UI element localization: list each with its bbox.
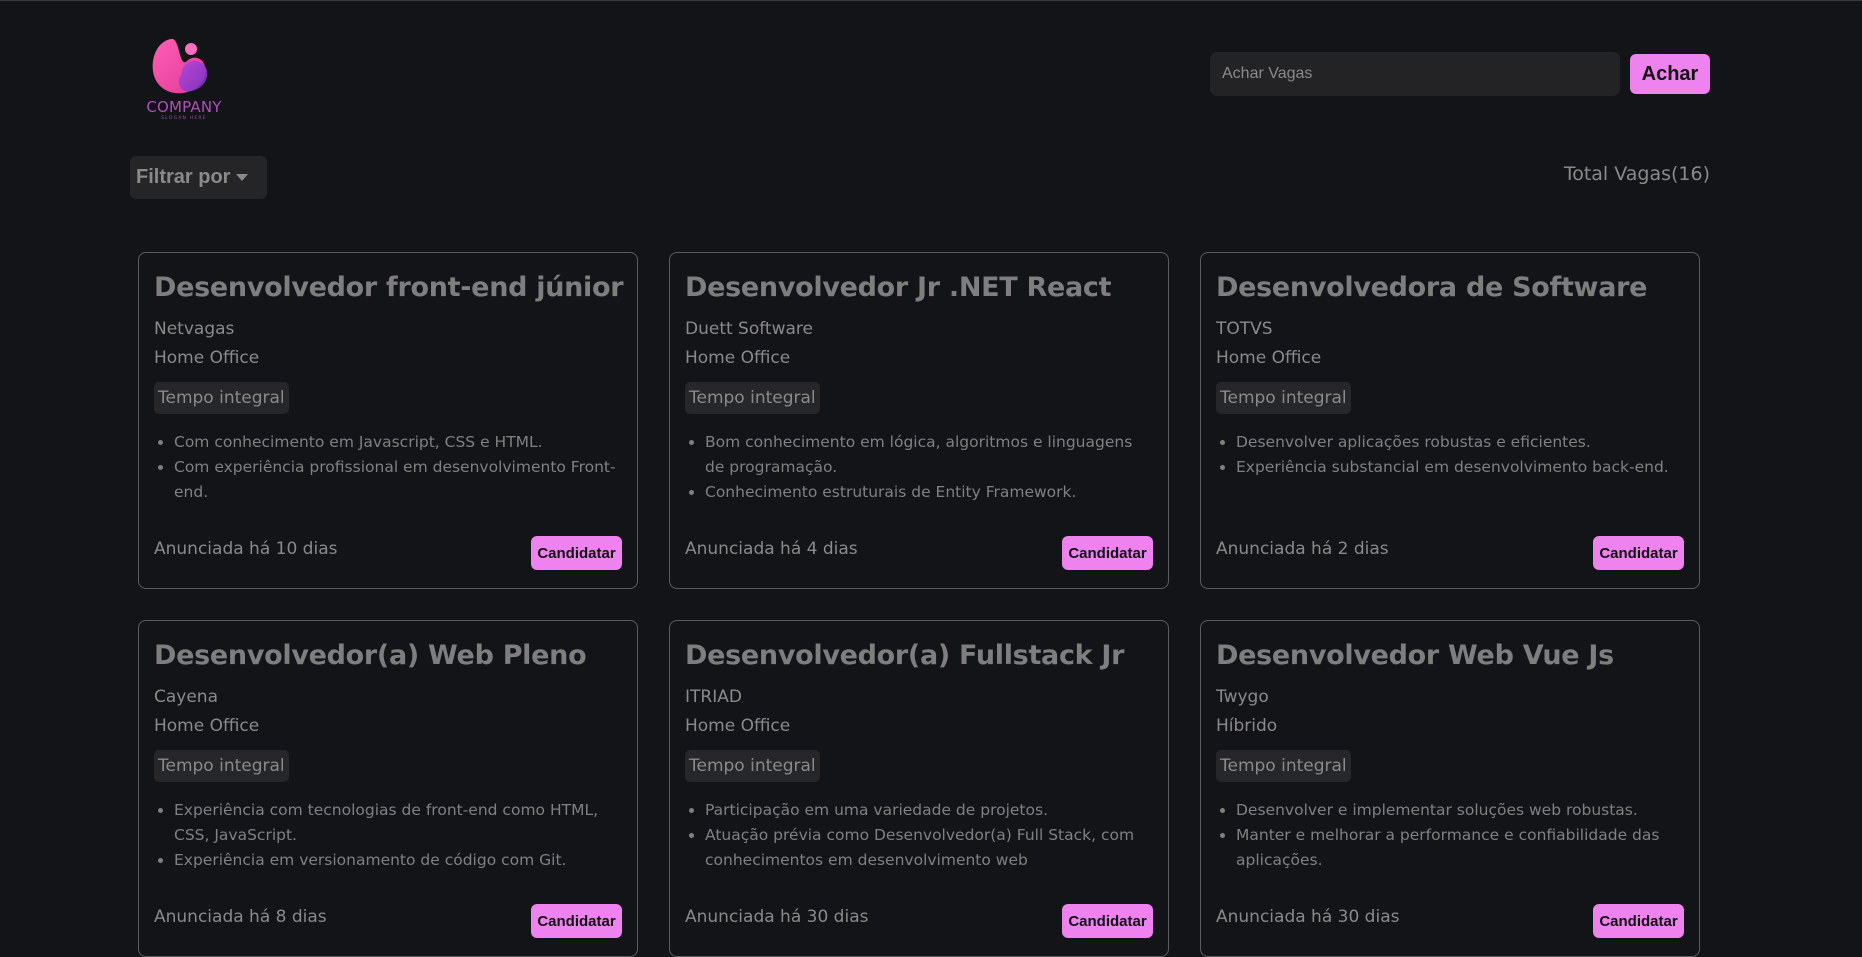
job-card: Desenvolvedor Web Vue Js Twygo Híbrido T… (1200, 620, 1700, 957)
job-type-badge: Tempo integral (1216, 382, 1351, 414)
filter-dropdown-button[interactable]: Filtrar por (130, 156, 267, 199)
job-title: Desenvolvedor Web Vue Js (1216, 640, 1614, 671)
apply-button[interactable]: Candidatar (1062, 536, 1153, 570)
job-title: Desenvolvedor Jr .NET React (685, 272, 1112, 303)
job-title: Desenvolvedor(a) Web Pleno (154, 640, 587, 671)
job-posted-date: Anunciada há 10 dias (154, 539, 338, 559)
job-posted-date: Anunciada há 2 dias (1216, 539, 1389, 559)
apply-button[interactable]: Candidatar (1062, 904, 1153, 938)
job-requirements: Com conhecimento em Javascript, CSS e HT… (154, 430, 622, 505)
job-card: Desenvolvedor(a) Web Pleno Cayena Home O… (138, 620, 638, 957)
job-card: Desenvolvedor(a) Fullstack Jr ITRIAD Hom… (669, 620, 1169, 957)
job-posted-date: Anunciada há 8 dias (154, 907, 327, 927)
job-requirement: Conhecimento estruturais de Entity Frame… (705, 480, 1153, 505)
logo-text: COMPANY (146, 98, 222, 116)
job-requirements: Desenvolver aplicações robustas e eficie… (1216, 430, 1684, 480)
job-requirement: Desenvolver e implementar soluções web r… (1236, 798, 1684, 823)
job-card-footer: Anunciada há 4 dias Candidatar (685, 536, 1153, 570)
job-requirement: Experiência substancial em desenvolvimen… (1236, 455, 1684, 480)
job-requirements: Experiência com tecnologias de front-end… (154, 798, 622, 873)
job-location: Home Office (1216, 348, 1322, 368)
job-location: Home Office (685, 716, 791, 736)
job-company: ITRIAD (685, 687, 742, 707)
job-requirement: Experiência em versionamento de código c… (174, 848, 622, 873)
job-location: Híbrido (1216, 716, 1278, 736)
job-title: Desenvolvedora de Software (1216, 272, 1648, 303)
job-requirements: Participação em uma variedade de projeto… (685, 798, 1153, 873)
job-type-badge: Tempo integral (154, 750, 289, 782)
job-posted-date: Anunciada há 4 dias (685, 539, 858, 559)
job-requirement: Atuação prévia como Desenvolvedor(a) Ful… (705, 823, 1153, 873)
job-location: Home Office (685, 348, 791, 368)
job-posted-date: Anunciada há 30 dias (685, 907, 869, 927)
job-card: Desenvolvedor Jr .NET React Duett Softwa… (669, 252, 1169, 589)
logo-mark-icon (152, 38, 208, 94)
job-card-footer: Anunciada há 30 dias Candidatar (1216, 904, 1684, 938)
job-company: Twygo (1216, 687, 1269, 707)
job-requirement: Experiência com tecnologias de front-end… (174, 798, 622, 848)
job-company: Netvagas (154, 319, 235, 339)
job-title: Desenvolvedor front-end júnior (154, 272, 624, 303)
job-requirement: Desenvolver aplicações robustas e eficie… (1236, 430, 1684, 455)
caret-down-icon (236, 174, 249, 181)
job-requirement: Participação em uma variedade de projeto… (705, 798, 1153, 823)
job-company: Duett Software (685, 319, 813, 339)
apply-button[interactable]: Candidatar (1593, 536, 1684, 570)
job-type-badge: Tempo integral (685, 382, 820, 414)
job-card-footer: Anunciada há 8 dias Candidatar (154, 904, 622, 938)
filter-label: Filtrar por (136, 166, 231, 188)
job-card: Desenvolvedora de Software TOTVS Home Of… (1200, 252, 1700, 589)
job-requirements: Bom conhecimento em lógica, algoritmos e… (685, 430, 1153, 505)
job-type-badge: Tempo integral (154, 382, 289, 414)
job-company: TOTVS (1216, 319, 1273, 339)
apply-button[interactable]: Candidatar (1593, 904, 1684, 938)
logo-slogan: SLOGAN HERE (161, 116, 207, 121)
apply-button[interactable]: Candidatar (531, 536, 622, 570)
job-card-footer: Anunciada há 10 dias Candidatar (154, 536, 622, 570)
job-type-badge: Tempo integral (1216, 750, 1351, 782)
job-requirement: Com conhecimento em Javascript, CSS e HT… (174, 430, 622, 455)
job-location: Home Office (154, 716, 260, 736)
job-card: Desenvolvedor front-end júnior Netvagas … (138, 252, 638, 589)
job-posted-date: Anunciada há 30 dias (1216, 907, 1400, 927)
total-jobs-count: Total Vagas(16) (1563, 163, 1710, 185)
apply-button[interactable]: Candidatar (531, 904, 622, 938)
job-location: Home Office (154, 348, 260, 368)
search-button[interactable]: Achar (1630, 54, 1710, 94)
company-logo[interactable]: COMPANY SLOGAN HERE (141, 35, 227, 123)
job-card-footer: Anunciada há 30 dias Candidatar (685, 904, 1153, 938)
job-requirements: Desenvolver e implementar soluções web r… (1216, 798, 1684, 873)
job-title: Desenvolvedor(a) Fullstack Jr (685, 640, 1125, 671)
job-company: Cayena (154, 687, 218, 707)
job-card-footer: Anunciada há 2 dias Candidatar (1216, 536, 1684, 570)
search-input[interactable] (1210, 52, 1620, 96)
job-requirement: Manter e melhorar a performance e confia… (1236, 823, 1684, 873)
job-list: Desenvolvedor front-end júnior Netvagas … (138, 252, 1700, 957)
job-type-badge: Tempo integral (685, 750, 820, 782)
job-requirement: Com experiência profissional em desenvol… (174, 455, 622, 505)
job-requirement: Bom conhecimento em lógica, algoritmos e… (705, 430, 1153, 480)
